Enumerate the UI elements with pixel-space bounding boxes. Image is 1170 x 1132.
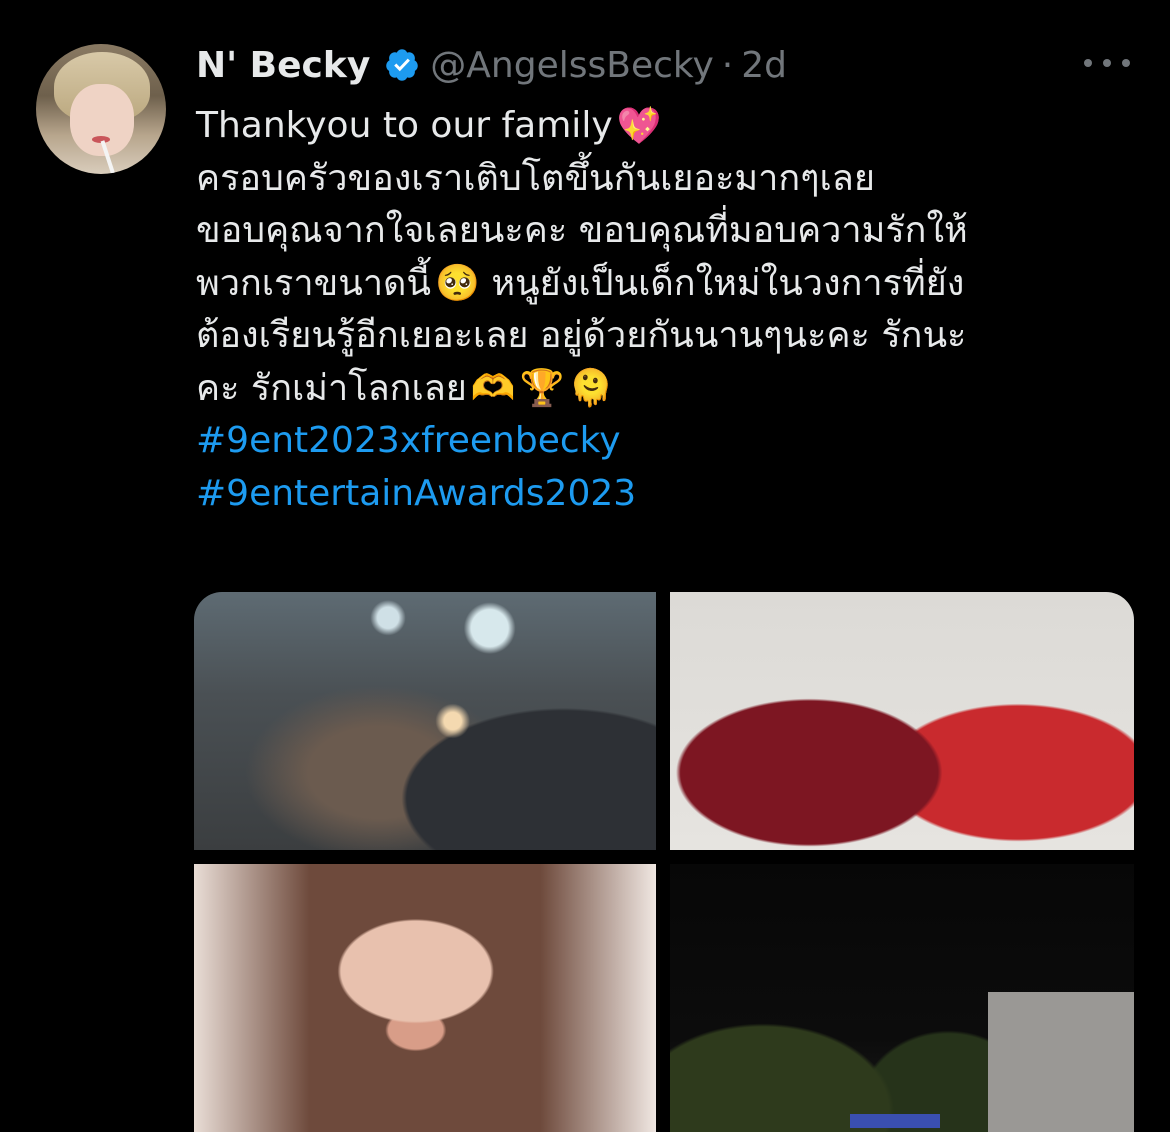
- tweet-line-text: ขอบคุณจากใจเลยนะคะ ขอบคุณที่มอบความรักให…: [196, 210, 968, 251]
- tweet-line: พวกเราขนาดนี้ 🥺 หนูยังเป็นเด็กใหม่ในวงการ…: [196, 258, 1156, 311]
- photo-1[interactable]: [194, 592, 656, 850]
- sparkling-heart-icon: 💖: [616, 105, 662, 147]
- author-name[interactable]: N' Becky: [196, 45, 370, 86]
- hashtag-link[interactable]: #9entertainAwards2023: [196, 473, 636, 514]
- tweet-line-text: หนูยังเป็นเด็กใหม่ในวงการที่ยัง: [491, 262, 965, 304]
- more-dot: [1084, 59, 1092, 67]
- melting-face-icon: 🫠: [568, 368, 614, 410]
- verified-badge-icon: [384, 47, 420, 83]
- avatar[interactable]: [36, 44, 166, 174]
- heart-hands-icon: 🫶: [470, 368, 516, 410]
- pleading-face-icon: 🥺: [435, 263, 480, 305]
- tweet-header: N' Becky @AngelssBecky · 2d: [196, 40, 787, 90]
- tweet-time[interactable]: 2d: [741, 45, 787, 86]
- author-handle[interactable]: @AngelssBecky: [430, 45, 713, 86]
- trophy-icon: 🏆: [519, 368, 565, 410]
- tweet-line: Thankyou to our family 💖: [196, 100, 1156, 153]
- tweet-line: ครอบครัวของเราเติบโตขึ้นกันเยอะมากๆเลย: [196, 153, 1156, 206]
- photo-lights: [850, 1114, 940, 1128]
- photo-3[interactable]: [194, 864, 656, 1132]
- media-grid: [194, 592, 1134, 1132]
- photo-2[interactable]: [670, 592, 1134, 850]
- photo-building: [988, 992, 1134, 1132]
- more-dot: [1122, 59, 1130, 67]
- more-options-icon[interactable]: [1084, 50, 1130, 76]
- tweet-line-text: คะ รักเม่าโลกเลย: [196, 367, 467, 409]
- more-dot: [1103, 59, 1111, 67]
- hashtag-line: #9entertainAwards2023: [196, 468, 1156, 521]
- tweet-line: คะ รักเม่าโลกเลย 🫶 🏆 🫠: [196, 363, 1156, 416]
- tweet-text: Thankyou to our family 💖 ครอบครัวของเราเต…: [196, 100, 1156, 520]
- hashtag-line: #9ent2023xfreenbecky: [196, 415, 1156, 468]
- photo-4[interactable]: [670, 864, 1134, 1132]
- tweet-line: ขอบคุณจากใจเลยนะคะ ขอบคุณที่มอบความรักให…: [196, 205, 1156, 258]
- tweet-line-text: ต้องเรียนรู้อีกเยอะเลย อยู่ด้วยกันนานๆนะ…: [196, 315, 967, 356]
- separator-dot: ·: [721, 44, 734, 86]
- tweet-line-text: ครอบครัวของเราเติบโตขึ้นกันเยอะมากๆเลย: [196, 157, 875, 199]
- hashtag-link[interactable]: #9ent2023xfreenbecky: [196, 420, 621, 461]
- tweet-line-text: Thankyou to our family: [196, 105, 613, 146]
- tweet-line-text: พวกเราขนาดนี้: [196, 262, 432, 304]
- tweet-line: ต้องเรียนรู้อีกเยอะเลย อยู่ด้วยกันนานๆนะ…: [196, 310, 1156, 363]
